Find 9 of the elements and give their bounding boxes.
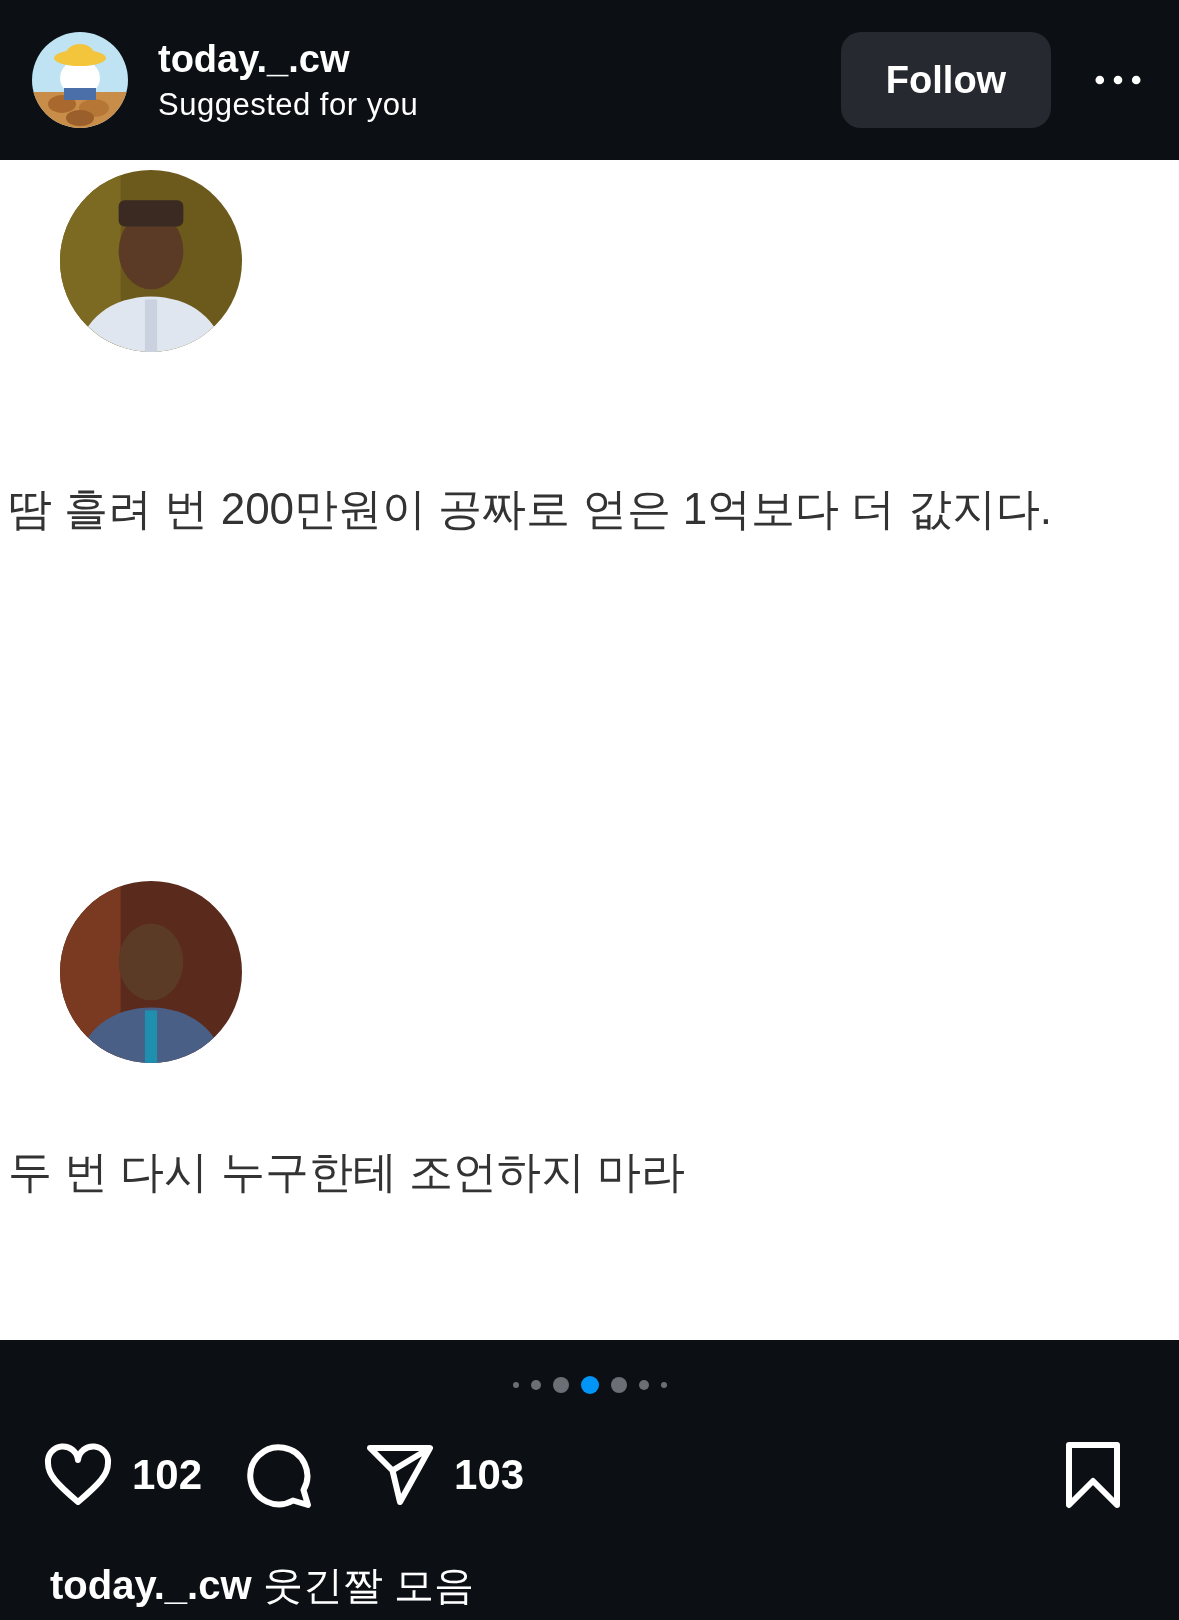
more-icon[interactable] — [1095, 75, 1141, 85]
tweet-text: 땀 흘려 번 200만원이 공짜로 얻은 1억보다 더 값지다. — [7, 483, 1053, 535]
share-count: 103 — [454, 1451, 525, 1499]
caption: today._.cw 웃긴짤 모음 — [50, 1562, 475, 1609]
suggested-label: Suggested for you — [158, 86, 420, 123]
like-count: 102 — [132, 1451, 203, 1499]
username[interactable]: today._.cw — [158, 37, 841, 81]
tweet-text: 두 번 다시 누구한테 조언하지 마라 — [7, 1146, 687, 1198]
follow-button[interactable]: Follow — [841, 32, 1051, 128]
